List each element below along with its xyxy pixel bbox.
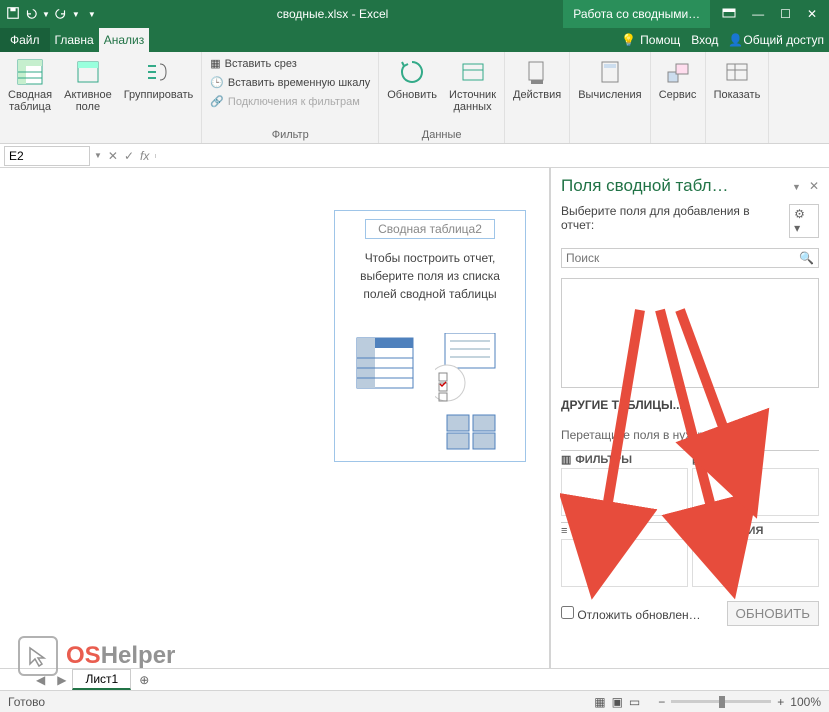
group-data-label: Данные [383,129,500,141]
zoom-level[interactable]: 100% [790,695,821,709]
refresh-icon [397,57,427,87]
data-source-icon [458,57,488,87]
worksheet-area[interactable]: Сводная таблица2 Чтобы построить отчет, … [0,168,550,668]
pivot-hint-text: Чтобы построить отчет, выберите поля из … [343,249,517,303]
rows-icon: ≡ [561,525,567,537]
timeline-icon: 🕒 [210,76,224,89]
zoom-in-icon[interactable]: + [777,695,784,709]
update-button[interactable]: ОБНОВИТЬ [727,601,819,626]
search-input[interactable] [566,251,799,265]
values-icon: Σ [692,525,699,537]
person-icon: 👤 [728,33,743,47]
tab-analyze[interactable]: Анализ [99,28,150,52]
status-ready: Готово [8,695,45,709]
fx-icon[interactable]: fx [140,149,149,163]
signin-button[interactable]: Вход [686,28,723,52]
undo-dropdown-icon[interactable]: ▼ [42,10,50,19]
actions-icon [522,57,552,87]
search-icon: 🔍 [799,251,814,265]
status-bar: Готово ▦ ▣ ▭ − + 100% [0,690,829,712]
pane-subtitle: Выберите поля для добавления в отчет: [561,204,783,232]
normal-view-icon[interactable]: ▦ [594,695,605,709]
insert-slicer-button[interactable]: ▦Вставить срез [206,55,374,72]
pivot-illustration [343,333,517,453]
cursor-icon [18,636,58,676]
filters-area[interactable]: ▥ФИЛЬТРЫ [561,450,688,518]
zoom-out-icon[interactable]: − [658,695,665,709]
maximize-icon[interactable]: ☐ [780,7,791,21]
field-list[interactable] [561,278,819,388]
zoom-slider[interactable] [671,700,771,703]
pivot-table-icon [15,57,45,87]
ribbon-options-icon[interactable] [722,7,736,21]
save-icon[interactable] [6,6,20,23]
contextual-tab-label: Работа со сводными… [563,0,710,28]
quick-access-toolbar: ▼ ▼ ▼ [0,6,102,23]
pane-close-icon[interactable]: ✕ [809,179,819,193]
minimize-icon[interactable]: — [752,7,764,21]
group-icon [143,57,173,87]
show-icon [722,57,752,87]
close-icon[interactable]: ✕ [807,7,817,21]
rows-area[interactable]: ≡СТРОКИ [561,522,688,589]
redo-dropdown-icon[interactable]: ▼ [72,10,80,19]
tab-file[interactable]: Файл [0,28,50,52]
pivot-name-label: Сводная таблица2 [365,219,495,239]
tab-Главна[interactable]: Главна [50,28,99,52]
active-field-button[interactable]: Активное поле [60,55,116,115]
pivot-fields-pane: Поля сводной табл… ▼ ✕ Выберите поля для … [550,168,829,668]
refresh-button[interactable]: Обновить [383,55,441,103]
calc-icon [595,57,625,87]
qat-customize-icon[interactable]: ▼ [88,10,96,19]
group-button[interactable]: Группировать [120,55,198,103]
confirm-edit-icon[interactable]: ✓ [124,149,134,163]
formula-input[interactable] [155,154,829,158]
title-bar: ▼ ▼ ▼ сводные.xlsx - Excel Работа со сво… [0,0,829,28]
slicer-icon: ▦ [210,57,220,70]
fields-search[interactable]: 🔍 [561,248,819,268]
name-box[interactable]: E2 [4,146,90,166]
pane-title: Поля сводной табл… [561,176,729,196]
active-field-icon [73,57,103,87]
cancel-edit-icon[interactable]: ✕ [108,149,118,163]
undo-icon[interactable] [24,6,38,23]
formula-bar: E2 ▼ ✕ ✓ fx [0,144,829,168]
window-title: сводные.xlsx - Excel [102,7,563,21]
insert-timeline-button[interactable]: 🕒Вставить временную шкалу [206,74,374,91]
calculations-button[interactable]: Вычисления [574,55,645,103]
help-button[interactable]: 💡Помощ [615,28,686,52]
page-layout-icon[interactable]: ▣ [612,695,623,709]
gear-icon[interactable]: ⚙ ▾ [789,204,819,238]
group-filter-label: Фильтр [206,129,374,141]
pane-dropdown-icon[interactable]: ▼ [792,182,801,192]
redo-icon[interactable] [54,6,68,23]
ribbon: Сводная таблица Активное поле Группирова… [0,52,829,144]
values-area[interactable]: ΣЗНАЧЕНИЯ [692,522,819,589]
page-break-icon[interactable]: ▭ [629,695,640,709]
filter-connections-button: 🔗Подключения к фильтрам [206,93,374,110]
drag-hint: Перетащите поля в нужную область: [561,428,819,442]
filter-conn-icon: 🔗 [210,95,224,108]
data-source-button[interactable]: Источник данных [445,55,500,115]
watermark: OSHelper [18,636,175,676]
defer-update-checkbox[interactable]: Отложить обновлен… [561,606,701,622]
tools-icon [663,57,693,87]
actions-button[interactable]: Действия [509,55,565,103]
show-button[interactable]: Показать [710,55,765,103]
pivot-table-button[interactable]: Сводная таблица [4,55,56,115]
pivot-placeholder: Сводная таблица2 Чтобы построить отчет, … [334,210,526,462]
tools-button[interactable]: Сервис [655,55,701,103]
other-tables-link[interactable]: ДРУГИЕ ТАБЛИЦЫ... [561,398,819,412]
ribbon-tabs: Файл Главна Анализ 💡Помощ Вход 👤 Общий д… [0,28,829,52]
share-button[interactable]: 👤 Общий доступ [723,28,829,52]
columns-area[interactable]: ▤СТОЛБЦЫ [692,450,819,518]
columns-icon: ▤ [692,453,702,466]
filter-icon: ▥ [561,453,571,466]
lightbulb-icon: 💡 [621,33,636,47]
